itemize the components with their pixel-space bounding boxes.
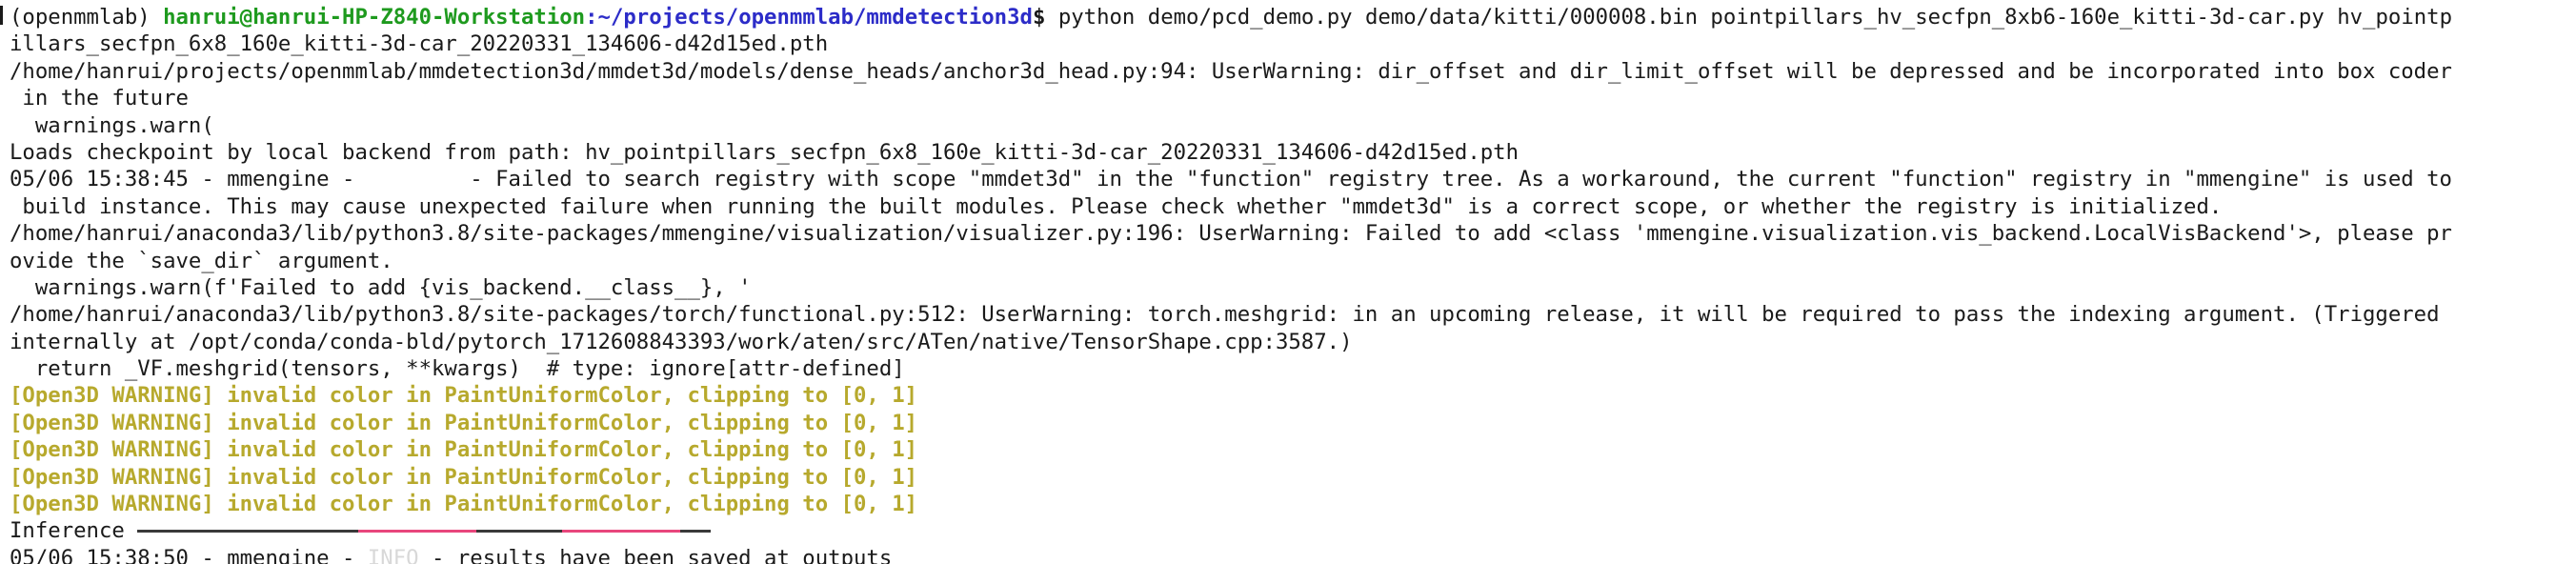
output-line: Loads checkpoint by local backend from p… xyxy=(10,139,1519,165)
log-prefix: 05/06 15:38:50 - mmengine - xyxy=(10,545,368,564)
conda-env: (openmmlab) xyxy=(10,5,151,30)
progress-highlight-segment xyxy=(358,530,477,534)
progress-highlight-segment xyxy=(562,530,681,534)
prompt-path: :~/projects/openmmlab/mmdetection3d xyxy=(585,5,1033,30)
output-line: 05/06 15:38:45 - mmengine - - Failed to … xyxy=(10,167,2452,192)
output-line: warnings.warn(f'Failed to add {vis_backe… xyxy=(10,274,752,300)
output-line: /home/hanrui/anaconda3/lib/python3.8/sit… xyxy=(10,302,2440,328)
log-level-info: INFO xyxy=(367,545,419,564)
open3d-warning-line: [Open3D WARNING] invalid color in PaintU… xyxy=(10,410,918,435)
prompt-dollar: $ xyxy=(1032,5,1046,30)
output-line: ovide the `save_dir` argument. xyxy=(10,248,393,273)
output-line: /home/hanrui/anaconda3/lib/python3.8/sit… xyxy=(10,221,2452,247)
output-line: in the future xyxy=(10,86,189,111)
cursor-bar xyxy=(0,6,3,25)
log-message: - results have been saved at outputs xyxy=(418,545,893,564)
prompt-line: (openmmlab) hanrui@hanrui-HP-Z840-Workst… xyxy=(10,4,2576,30)
inference-line: Inference xyxy=(10,517,2576,544)
terminal-window[interactable]: (openmmlab) hanrui@hanrui-HP-Z840-Workst… xyxy=(0,0,2576,564)
final-log-line: 05/06 15:38:50 - mmengine - INFO - resul… xyxy=(10,545,2576,564)
output-line: /home/hanrui/projects/openmmlab/mmdetect… xyxy=(10,58,2452,84)
open3d-warning-line: [Open3D WARNING] invalid color in PaintU… xyxy=(10,383,918,409)
output-line: illars_secfpn_6x8_160e_kitti-3d-car_2022… xyxy=(10,31,829,57)
output-line: return _VF.meshgrid(tensors, **kwargs) #… xyxy=(10,356,905,382)
prompt-user-host: hanrui@hanrui-HP-Z840-Workstation xyxy=(163,5,586,30)
progress-bar xyxy=(137,517,712,544)
output-line: build instance. This may cause unexpecte… xyxy=(10,193,2223,219)
open3d-warning-line: [Open3D WARNING] invalid color in PaintU… xyxy=(10,492,918,517)
command-text: python demo/pcd_demo.py demo/data/kitti/… xyxy=(1045,5,2453,30)
open3d-warning-line: [Open3D WARNING] invalid color in PaintU… xyxy=(10,437,918,463)
open3d-warning-line: [Open3D WARNING] invalid color in PaintU… xyxy=(10,464,918,490)
inference-label: Inference xyxy=(10,518,138,544)
output-line: internally at /opt/conda/conda-bld/pytor… xyxy=(10,329,1353,354)
output-line: warnings.warn( xyxy=(10,112,214,138)
